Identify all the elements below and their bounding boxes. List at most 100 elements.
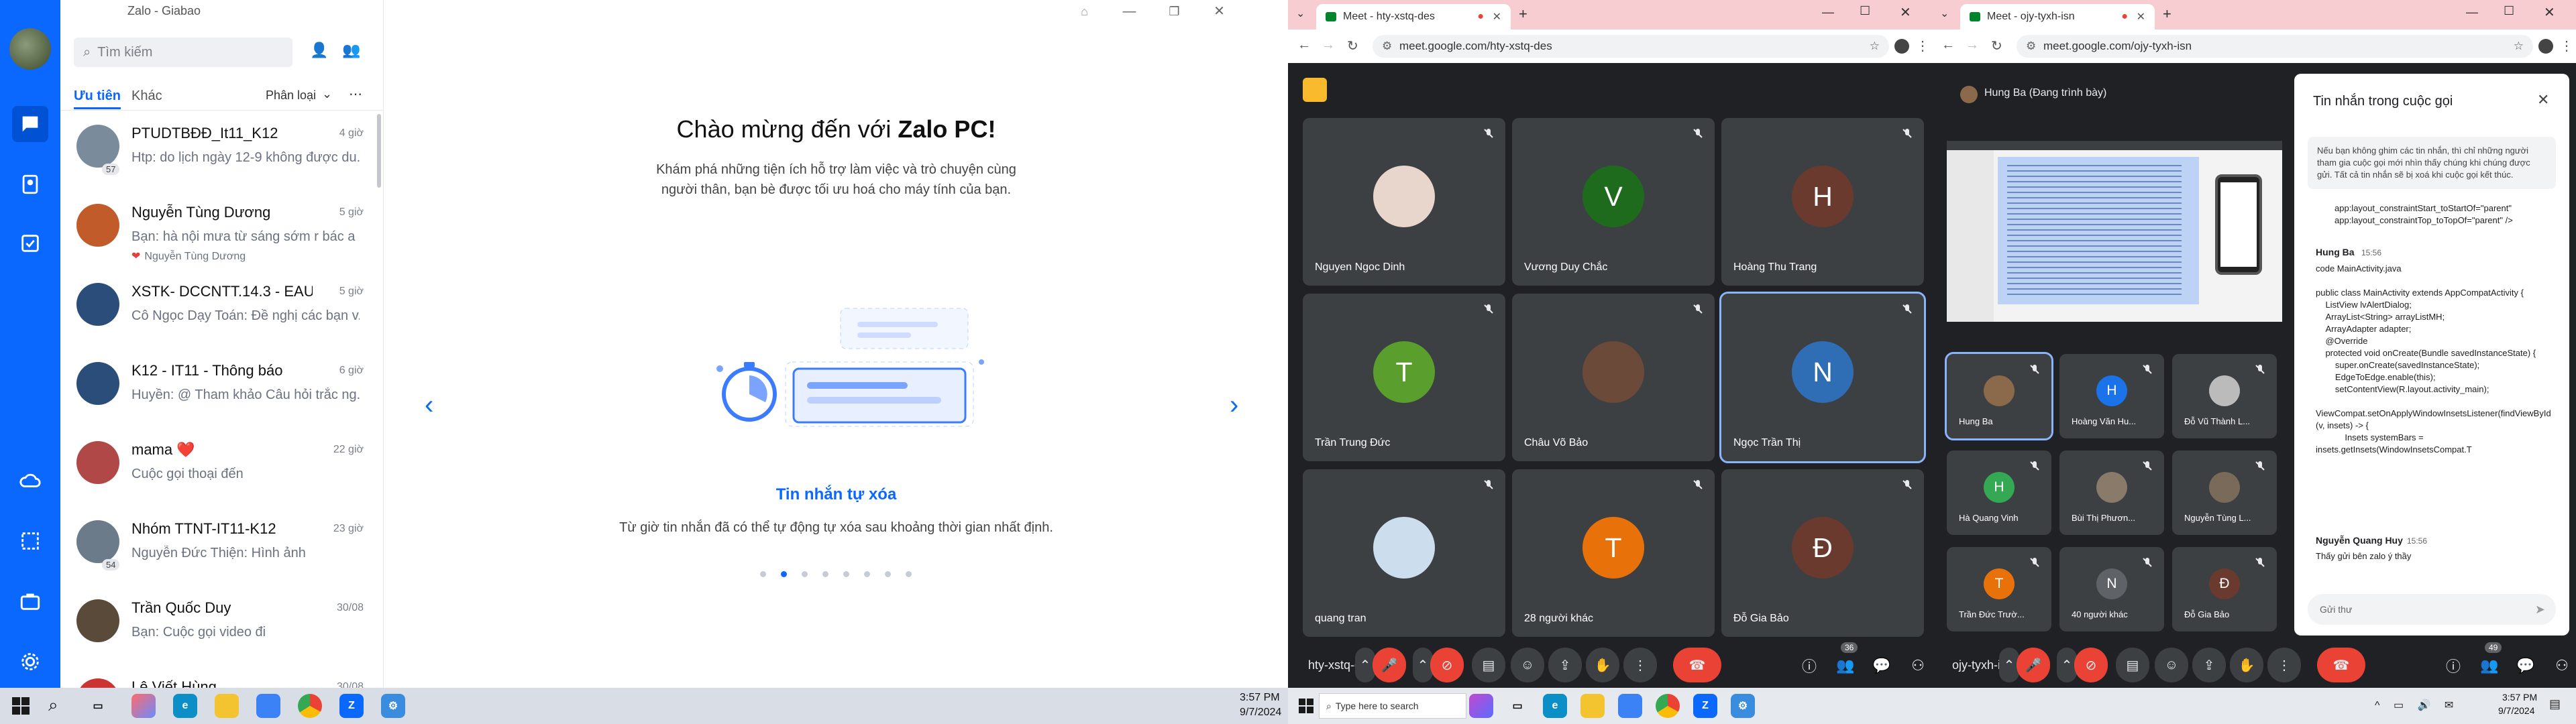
camera-off-button[interactable]: ⊘ bbox=[2074, 648, 2108, 682]
list-item[interactable]: mama ❤️ 22 giờ Cuộc gọi thoại đến bbox=[60, 428, 376, 507]
mic-off-button[interactable]: 🎤 bbox=[2017, 648, 2050, 682]
more-icon[interactable]: ⋯ bbox=[349, 86, 362, 103]
clock-date[interactable]: 9/7/2024 bbox=[1240, 707, 1281, 719]
tab-list-icon[interactable]: ⌄ bbox=[1940, 7, 1949, 20]
list-item[interactable]: 57 PTUDTBĐĐ_It11_K12 4 giờ Htp: do lịch ngà… bbox=[60, 111, 376, 190]
info-icon[interactable]: ⓘ bbox=[2443, 656, 2463, 676]
participant-tile[interactable]: N Ngọc Trần Thị bbox=[1719, 292, 1926, 463]
captions-button[interactable]: ▤ bbox=[2116, 648, 2149, 682]
browser-menu-icon[interactable]: ⋮ bbox=[1916, 38, 1929, 54]
present-button[interactable]: ⇪ bbox=[1548, 648, 1582, 682]
leave-call-button[interactable]: ☎ bbox=[1673, 648, 1721, 682]
window-maximize-icon[interactable]: ☐ bbox=[1860, 4, 1870, 18]
profile-icon[interactable] bbox=[2538, 39, 2553, 54]
carousel-dot[interactable] bbox=[885, 571, 891, 577]
activities-icon[interactable]: ⚇ bbox=[1908, 656, 1928, 676]
carousel-dot[interactable] bbox=[822, 571, 828, 577]
app-icon[interactable]: ⚙ bbox=[1731, 694, 1755, 718]
reload-icon[interactable]: ↻ bbox=[1991, 38, 2002, 54]
bookmark-star-icon[interactable]: ☆ bbox=[2514, 40, 2524, 53]
leave-call-button[interactable]: ☎ bbox=[2317, 648, 2365, 682]
chrome-icon[interactable] bbox=[1656, 694, 1680, 718]
notifications-icon[interactable]: ▤ bbox=[2549, 697, 2561, 711]
window-close-icon[interactable]: ✕ bbox=[1900, 4, 1911, 21]
browser-menu-icon[interactable]: ⋮ bbox=[2560, 38, 2573, 54]
more-options-button[interactable]: ⋮ bbox=[1623, 648, 1657, 682]
edge-icon[interactable]: e bbox=[173, 694, 197, 718]
raise-hand-button[interactable]: ✋ bbox=[2230, 648, 2263, 682]
store-icon[interactable] bbox=[256, 694, 280, 718]
chat-close-icon[interactable]: ✕ bbox=[2537, 91, 2549, 109]
participant-tile[interactable]: Bùi Thị Phươn... bbox=[2059, 450, 2164, 535]
more-options-button[interactable]: ⋮ bbox=[2267, 648, 2301, 682]
window-close-icon[interactable]: ✕ bbox=[2544, 4, 2555, 21]
url-field[interactable]: meet.google.com/ojy-tyxh-isn ⚙ ☆ bbox=[2017, 35, 2533, 58]
participant-tile[interactable]: Đ Đỗ Gia Bảo bbox=[2172, 547, 2277, 631]
clock-date[interactable]: 9/7/2024 bbox=[2498, 705, 2535, 716]
site-info-icon[interactable]: ⚙ bbox=[2026, 40, 2036, 53]
chrome-icon[interactable] bbox=[298, 694, 322, 718]
participant-tile[interactable]: H Hoàng Văn Hu... bbox=[2059, 354, 2164, 438]
add-friend-icon[interactable]: 👤 bbox=[310, 42, 328, 59]
info-icon[interactable]: ⓘ bbox=[1799, 656, 1819, 676]
window-maximize-icon[interactable]: ☐ bbox=[2504, 4, 2514, 18]
carousel-dot[interactable] bbox=[906, 571, 912, 577]
carousel-dot[interactable] bbox=[802, 571, 808, 577]
create-group-icon[interactable]: 👥 bbox=[342, 42, 360, 59]
list-item[interactable]: Lê Viết Hùng30/08CustomListView_BTVN bbox=[60, 665, 376, 688]
list-item[interactable]: Nguyễn Tùng Dương 5 giờ Bạn: hà nội mưa từ… bbox=[60, 190, 376, 269]
briefcase-icon[interactable] bbox=[12, 583, 48, 619]
participant-tile[interactable]: quang tran bbox=[1303, 469, 1505, 637]
list-item[interactable]: 54 Nhóm TTNT-IT11-K12 23 giờ Nguyễn Đức Thi… bbox=[60, 507, 376, 586]
tab-priority[interactable]: Ưu tiên bbox=[74, 88, 121, 104]
pin-icon[interactable]: ⌂ bbox=[1062, 0, 1107, 23]
start-icon[interactable] bbox=[1299, 699, 1313, 713]
new-tab-icon[interactable]: + bbox=[1519, 5, 1527, 23]
participant-tile[interactable]: Hung Ba bbox=[1945, 352, 2053, 440]
emoji-button[interactable]: ☺ bbox=[1511, 648, 1544, 682]
messages-icon[interactable] bbox=[12, 106, 48, 142]
chat-input[interactable]: Gửi thư ➤ bbox=[2308, 594, 2556, 625]
bookmark-star-icon[interactable]: ☆ bbox=[1870, 40, 1880, 53]
captions-button[interactable]: ▤ bbox=[1472, 648, 1505, 682]
participant-tile[interactable]: T 28 người khác bbox=[1512, 469, 1715, 637]
taskbar-app-icon[interactable] bbox=[1469, 694, 1493, 718]
todo-icon[interactable] bbox=[12, 225, 48, 261]
window-minimize-icon[interactable]: — bbox=[1822, 5, 1834, 19]
file-explorer-icon[interactable] bbox=[215, 694, 239, 718]
zalo-icon[interactable]: Z bbox=[339, 694, 364, 718]
forward-icon[interactable]: → bbox=[1966, 38, 1979, 53]
classify-dropdown[interactable]: Phân loại bbox=[266, 88, 316, 103]
send-icon[interactable]: ➤ bbox=[2535, 603, 2545, 617]
raise-hand-button[interactable]: ✋ bbox=[1586, 648, 1619, 682]
avatar[interactable] bbox=[9, 28, 51, 70]
participant-tile[interactable]: H Hoàng Thu Trang bbox=[1721, 118, 1924, 286]
tray-icons[interactable]: ^ ▭ 🔊 ✉ bbox=[2375, 699, 2459, 712]
task-view-icon[interactable]: ▭ bbox=[1505, 694, 1529, 718]
contacts-icon[interactable] bbox=[12, 166, 48, 202]
taskbar-search-box[interactable]: ⌕ Type here to search bbox=[1319, 693, 1466, 719]
search-icon[interactable]: ⌕ bbox=[48, 695, 58, 716]
tab-other[interactable]: Khác bbox=[131, 88, 162, 104]
edge-icon[interactable]: e bbox=[1543, 694, 1567, 718]
clock-time[interactable]: 3:57 PM bbox=[1240, 692, 1280, 704]
carousel-dot[interactable] bbox=[760, 571, 766, 577]
maximize-icon[interactable]: ❐ bbox=[1152, 0, 1197, 23]
list-item[interactable]: Trần Quốc Duy 30/08 Bạn: Cuộc gọi video đi bbox=[60, 586, 376, 665]
clock-time[interactable]: 3:57 PM bbox=[2502, 692, 2537, 703]
back-icon[interactable]: ← bbox=[1297, 38, 1311, 53]
carousel-dot[interactable] bbox=[843, 571, 849, 577]
participant-tile[interactable]: Đỗ Vũ Thành L... bbox=[2172, 354, 2277, 438]
participant-tile[interactable]: Nguyen Ngoc Dinh bbox=[1303, 118, 1505, 286]
forward-icon[interactable]: → bbox=[1322, 38, 1335, 53]
profile-icon[interactable] bbox=[1894, 39, 1909, 54]
chevron-down-icon[interactable]: ⌄ bbox=[322, 87, 332, 101]
new-tab-icon[interactable]: + bbox=[2163, 5, 2171, 23]
people-icon[interactable]: 👥 bbox=[1835, 656, 1856, 676]
store-icon[interactable] bbox=[1618, 694, 1642, 718]
browser-tab[interactable]: Meet - hty-xstq-des ● ✕ bbox=[1316, 4, 1511, 29]
back-icon[interactable]: ← bbox=[1941, 38, 1955, 53]
present-button[interactable]: ⇪ bbox=[2192, 648, 2226, 682]
chat-icon[interactable]: 💬 bbox=[1872, 656, 1892, 676]
participant-tile[interactable]: H Hà Quang Vinh bbox=[1947, 450, 2051, 535]
